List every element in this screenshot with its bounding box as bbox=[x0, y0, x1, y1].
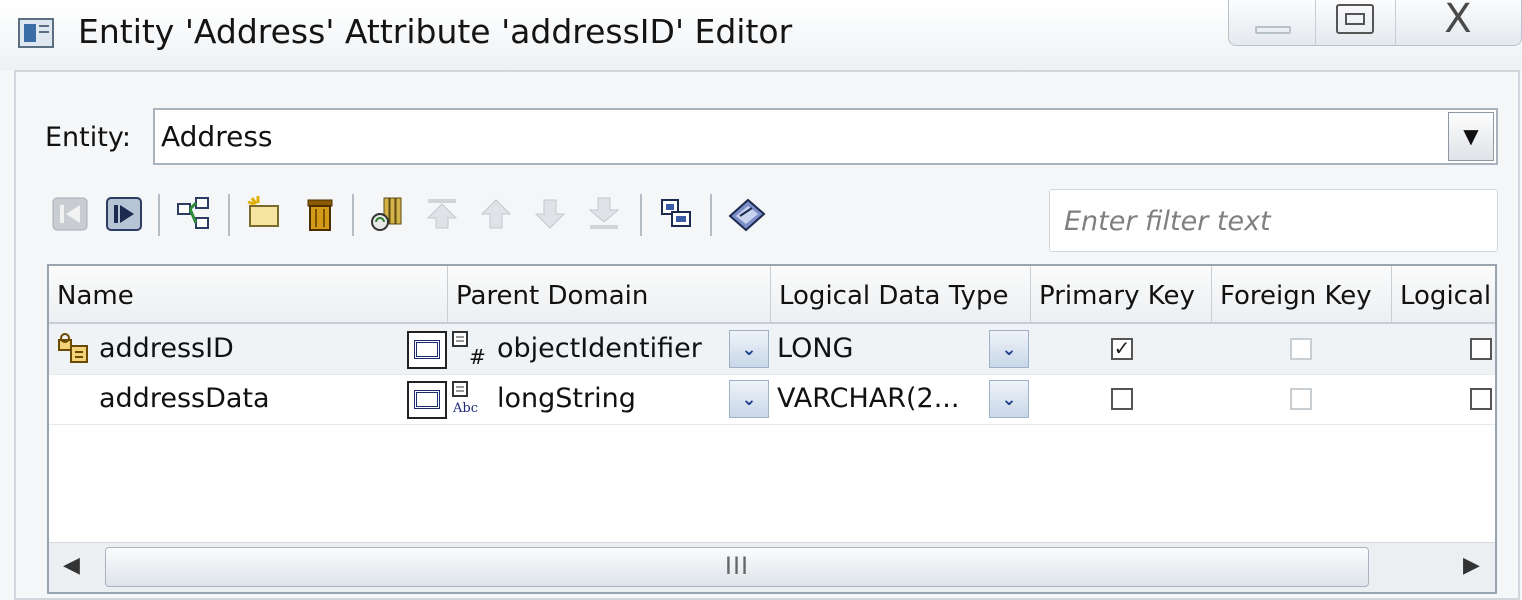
filter-input[interactable] bbox=[1062, 198, 1486, 244]
copy-icon bbox=[661, 199, 691, 227]
string-domain-icon: Abc bbox=[452, 381, 478, 416]
scrollbar-grip: III bbox=[724, 552, 750, 580]
column-header-logical-data-type[interactable]: Logical Data Type bbox=[771, 266, 1031, 322]
cell-parent-domain: objectIdentifier bbox=[497, 333, 702, 364]
reorder-icon bbox=[371, 197, 402, 231]
filter-field[interactable] bbox=[1049, 189, 1498, 252]
scroll-right-arrow-icon[interactable]: ▶ bbox=[1463, 553, 1480, 578]
column-header-name[interactable]: Name bbox=[49, 266, 448, 322]
next-icon bbox=[106, 197, 142, 231]
table-header: Name Parent Domain Logical Data Type Pri… bbox=[49, 266, 1495, 324]
new-attribute-button[interactable] bbox=[244, 192, 284, 236]
svg-text:Abc: Abc bbox=[452, 401, 478, 416]
foreign-key-checkbox bbox=[1290, 388, 1312, 410]
entity-dropdown-button[interactable]: ▼ bbox=[1448, 112, 1494, 161]
properties-button[interactable] bbox=[726, 192, 766, 236]
column-header-logical[interactable]: Logical bbox=[1392, 266, 1495, 322]
primary-key-icon bbox=[58, 333, 88, 363]
toolbar-separator bbox=[228, 194, 230, 236]
move-up-icon bbox=[480, 199, 512, 229]
primary-key-checkbox[interactable] bbox=[1111, 388, 1133, 410]
move-down-button[interactable] bbox=[530, 192, 570, 236]
table-row[interactable]: addressID # objectIdentifier ⌄ LONG ⌄ ✓ bbox=[49, 324, 1495, 375]
scroll-left-arrow-icon[interactable]: ◀ bbox=[63, 553, 80, 578]
svg-text:#: # bbox=[469, 345, 486, 368]
move-bottom-button[interactable] bbox=[584, 192, 624, 236]
entity-select[interactable]: Address ▼ bbox=[153, 108, 1498, 165]
parent-domain-dropdown[interactable]: ⌄ bbox=[729, 330, 769, 368]
cell-name: addressData bbox=[99, 383, 270, 414]
attributes-table: Name Parent Domain Logical Data Type Pri… bbox=[47, 264, 1497, 594]
toolbar bbox=[50, 190, 790, 240]
foreign-key-checkbox bbox=[1290, 338, 1312, 360]
move-top-button[interactable] bbox=[422, 192, 462, 236]
identifier-domain-icon: # bbox=[452, 331, 486, 368]
toolbar-separator bbox=[352, 194, 354, 236]
cell-name: addressID bbox=[99, 333, 234, 364]
maximize-icon bbox=[1336, 4, 1374, 34]
new-attribute-icon bbox=[247, 196, 279, 227]
move-up-button[interactable] bbox=[476, 192, 516, 236]
entity-label: Entity: bbox=[45, 122, 131, 153]
column-header-foreign-key[interactable]: Foreign Key bbox=[1212, 266, 1392, 322]
move-top-icon bbox=[426, 199, 458, 229]
close-button[interactable]: X bbox=[1395, 0, 1521, 46]
delete-icon bbox=[307, 199, 333, 231]
previous-button[interactable] bbox=[50, 192, 90, 236]
app-window-icon bbox=[18, 18, 54, 48]
cell-logical-data-type: VARCHAR(2... bbox=[777, 383, 960, 414]
previous-icon bbox=[52, 197, 88, 231]
window-controls: X bbox=[1228, 0, 1522, 46]
next-button[interactable] bbox=[104, 192, 144, 236]
logical-data-type-dropdown[interactable]: ⌄ bbox=[989, 330, 1029, 368]
parent-domain-dropdown[interactable]: ⌄ bbox=[729, 380, 769, 418]
cell-parent-domain: longString bbox=[497, 383, 636, 414]
logical-data-type-dropdown[interactable]: ⌄ bbox=[989, 380, 1029, 418]
column-header-parent-domain[interactable]: Parent Domain bbox=[448, 266, 771, 322]
edit-name-button[interactable] bbox=[407, 331, 447, 369]
reorder-button[interactable] bbox=[368, 192, 408, 236]
horizontal-scrollbar[interactable]: ◀ III ▶ bbox=[49, 542, 1495, 592]
delete-button[interactable] bbox=[300, 192, 340, 236]
move-down-icon bbox=[534, 199, 566, 229]
logical-checkbox[interactable] bbox=[1470, 338, 1492, 360]
entity-select-value: Address bbox=[161, 120, 273, 153]
copy-button[interactable] bbox=[656, 192, 696, 236]
logical-checkbox[interactable] bbox=[1470, 388, 1492, 410]
cell-logical-data-type: LONG bbox=[777, 333, 854, 364]
edit-icon bbox=[414, 390, 440, 409]
column-header-primary-key[interactable]: Primary Key bbox=[1031, 266, 1212, 322]
toolbar-separator bbox=[710, 194, 712, 236]
edit-name-button[interactable] bbox=[407, 381, 447, 419]
maximize-button[interactable] bbox=[1315, 0, 1396, 46]
edit-icon bbox=[414, 340, 440, 359]
toolbar-separator bbox=[640, 194, 642, 236]
move-bottom-icon bbox=[588, 197, 620, 229]
window-title: Entity 'Address' Attribute 'addressID' E… bbox=[78, 12, 793, 51]
primary-key-checkbox[interactable]: ✓ bbox=[1111, 338, 1133, 360]
minimize-button[interactable] bbox=[1229, 0, 1316, 46]
add-attribute-button[interactable] bbox=[174, 192, 214, 236]
title-bar: Entity 'Address' Attribute 'addressID' E… bbox=[0, 0, 1522, 70]
table-row[interactable]: addressData Abc longString ⌄ VARCHAR(2..… bbox=[49, 374, 1495, 425]
scrollbar-thumb[interactable]: III bbox=[105, 547, 1369, 587]
minimize-icon bbox=[1255, 26, 1291, 34]
properties-icon bbox=[728, 198, 766, 232]
add-attribute-icon bbox=[177, 197, 209, 229]
toolbar-separator bbox=[158, 194, 160, 236]
close-icon: X bbox=[1444, 0, 1472, 42]
